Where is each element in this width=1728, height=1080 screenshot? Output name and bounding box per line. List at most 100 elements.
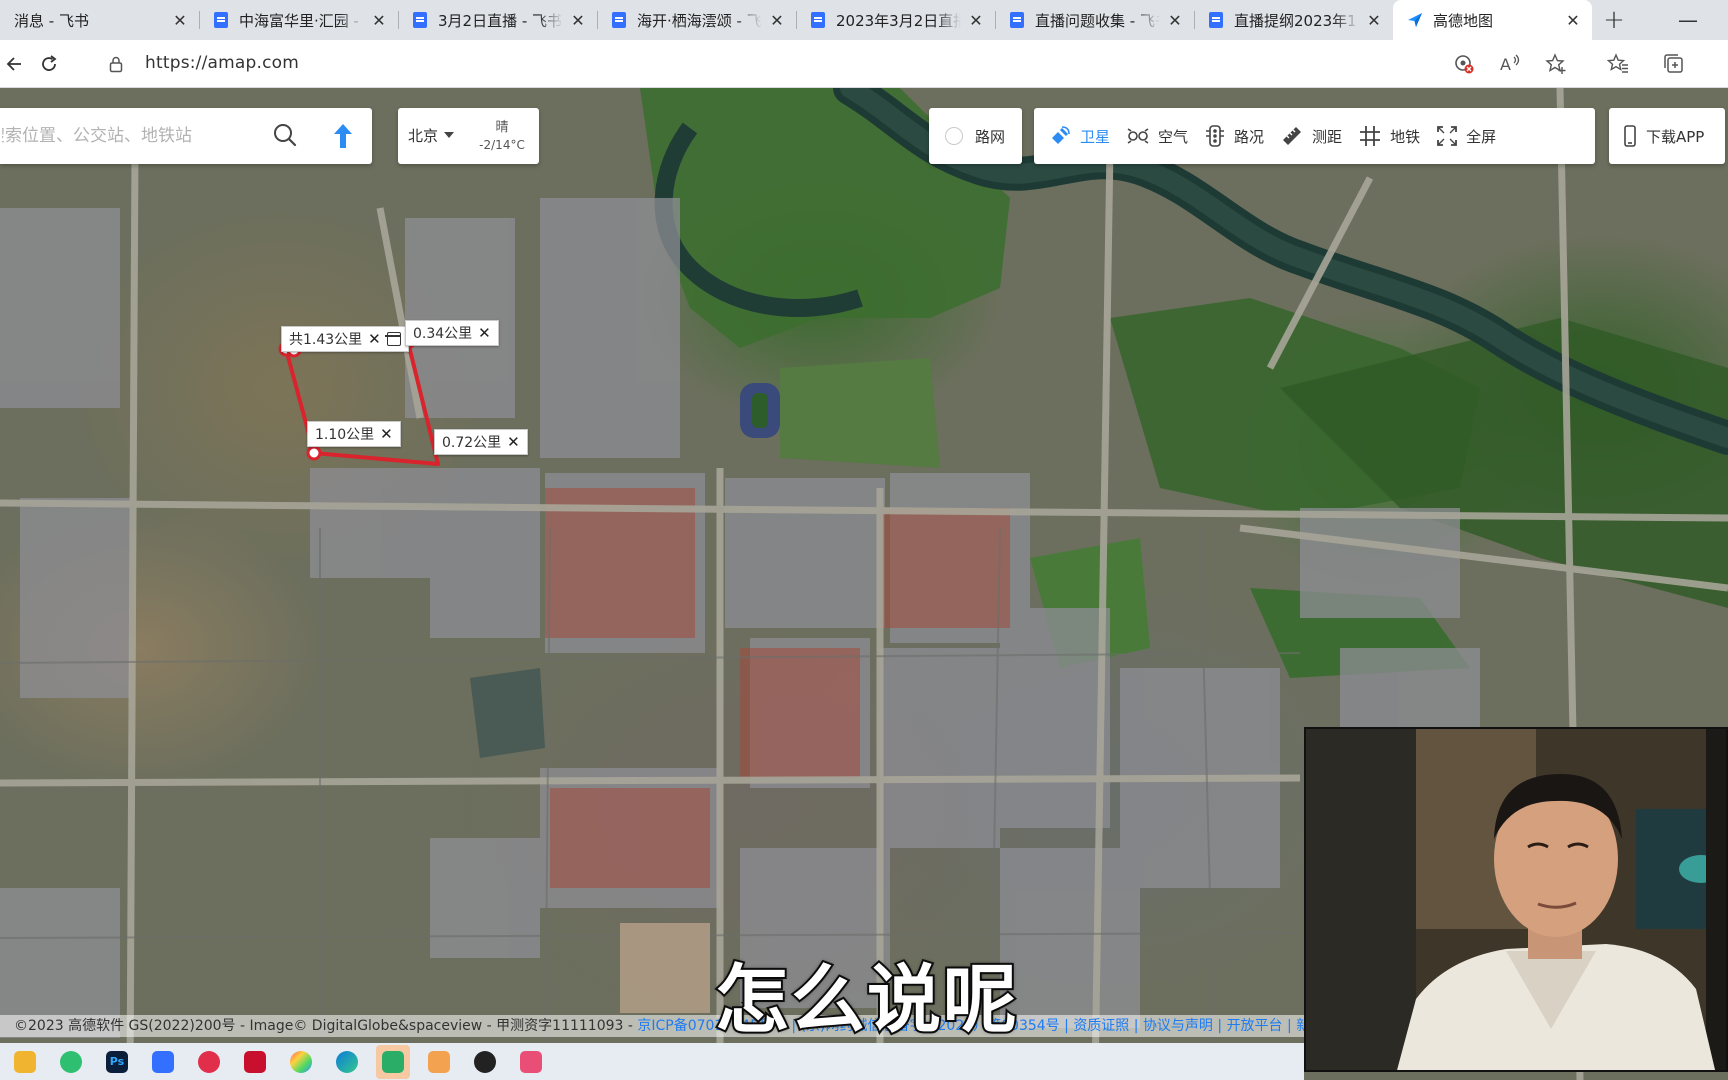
license-link[interactable]: 资质证照 (1073, 1018, 1129, 1034)
tab-title: 2023年3月2日直播 (836, 11, 961, 30)
pink-app-icon[interactable] (514, 1045, 548, 1079)
video-subtitle: 怎么说呢 (713, 955, 1019, 1045)
roadnet-label: 路网 (975, 127, 1006, 146)
measure-total-text: 共1.43公里 (289, 332, 363, 348)
separator: | (1059, 1018, 1074, 1034)
close-icon[interactable]: ✕ (1166, 11, 1184, 30)
open-platform-link[interactable]: 开放平台 (1227, 1018, 1283, 1034)
edge-icon[interactable] (330, 1045, 364, 1079)
amap-icon (1407, 12, 1423, 28)
lock-icon[interactable] (102, 50, 130, 78)
url-field[interactable]: https://amap.com (145, 53, 299, 73)
obs-icon[interactable] (468, 1045, 502, 1079)
close-icon[interactable]: ✕ (768, 11, 786, 30)
photoshop-icon[interactable]: Ps (100, 1045, 134, 1079)
measure-segment-label: 1.10公里 ✕ (307, 421, 401, 447)
traffic-label: 路况 (1234, 127, 1265, 146)
roadnet-toggle[interactable]: 路网 (929, 108, 1022, 164)
add-favorite-icon[interactable] (1542, 50, 1570, 78)
air-button[interactable]: 空气 (1126, 108, 1188, 164)
close-icon[interactable]: ✕ (1365, 11, 1383, 30)
tracking-blocked-icon[interactable] (1450, 50, 1478, 78)
tab-doc[interactable]: 直播提纲2023年1 ✕ (1194, 0, 1393, 40)
tab-title: 直播问题收集 - 飞书 (1035, 11, 1160, 30)
measure-segment-label: 0.72公里 ✕ (434, 429, 528, 455)
chevron-down-icon[interactable] (444, 132, 454, 138)
air-icon (1127, 128, 1149, 144)
close-icon[interactable]: ✕ (967, 11, 985, 30)
city-name[interactable]: 北京 (408, 125, 438, 146)
city-weather-box[interactable]: 北京 晴 -2/14°C (398, 108, 539, 164)
weather-desc: 晴 (495, 120, 509, 135)
green-app-icon[interactable] (54, 1045, 88, 1079)
favorites-icon[interactable] (1604, 50, 1632, 78)
weather-temp: -2/14°C (479, 138, 525, 152)
browser-tab-strip: 消息 - 飞书 ✕ 中海富华里·汇园 - 飞书 ✕ 3月2日直播 - 飞书 ✕ … (0, 0, 1728, 40)
file-explorer-icon[interactable] (8, 1045, 42, 1079)
ruler-icon (1283, 127, 1302, 145)
fullscreen-button[interactable]: 全屏 (1436, 108, 1496, 164)
measure-total-label: 共1.43公里 ✕ (281, 326, 409, 352)
download-app-button[interactable]: 下载APP (1609, 108, 1725, 164)
close-icon[interactable]: ✕ (370, 11, 388, 30)
satellite-label: 卫星 (1080, 127, 1111, 146)
agreement-link[interactable]: 协议与声明 (1143, 1018, 1213, 1034)
tab-feishu-messages[interactable]: 消息 - 飞书 ✕ (0, 0, 199, 40)
more-link[interactable]: 新 (1296, 1018, 1304, 1034)
address-bar: https://amap.com A (0, 40, 1728, 88)
ruler-button[interactable]: 测距 (1280, 108, 1342, 164)
minimize-icon[interactable]: — (1678, 8, 1698, 32)
orange-app-icon[interactable] (422, 1045, 456, 1079)
new-tab-button[interactable]: + (1592, 0, 1636, 40)
subway-icon (1360, 126, 1381, 146)
tab-title: 直播提纲2023年1 (1234, 11, 1357, 30)
video-app-icon[interactable] (192, 1045, 226, 1079)
doc-icon (611, 12, 627, 28)
tab-doc[interactable]: 中海富华里·汇园 - 飞书 ✕ (199, 0, 398, 40)
close-icon[interactable]: ✕ (569, 11, 587, 30)
collections-icon[interactable] (1660, 50, 1688, 78)
close-icon[interactable]: ✕ (380, 425, 393, 443)
search-input[interactable] (0, 108, 255, 164)
refresh-icon[interactable] (35, 50, 63, 78)
separator: | (1129, 1018, 1143, 1034)
tab-amap[interactable]: 高德地图 ✕ (1393, 0, 1592, 40)
back-icon[interactable] (0, 50, 28, 78)
close-icon[interactable]: ✕ (1564, 11, 1582, 30)
measure-segment-text: 0.72公里 (442, 435, 502, 451)
route-icon[interactable] (330, 122, 358, 150)
satellite-icon (1052, 126, 1070, 144)
close-icon[interactable]: ✕ (171, 11, 189, 30)
tab-title: 海开·栖海澐颂 - 飞书 (637, 11, 762, 30)
copyright-text: ©2023 高德软件 GS(2022)200号 - Image© Digital… (14, 1018, 638, 1034)
tab-title: 消息 - 飞书 (14, 11, 89, 30)
search-icon[interactable] (272, 122, 300, 150)
trash-icon[interactable] (384, 332, 401, 346)
subway-button[interactable]: 地铁 (1358, 108, 1420, 164)
fullscreen-icon (1437, 126, 1457, 146)
windows-taskbar: Ps (0, 1043, 1304, 1080)
download-app-label: 下载APP (1646, 127, 1705, 146)
tab-doc[interactable]: 海开·栖海澐颂 - 飞书 ✕ (597, 0, 796, 40)
measure-vertex[interactable] (306, 445, 322, 461)
tab-title: 中海富华里·汇园 - 飞书 (239, 11, 364, 30)
air-label: 空气 (1158, 127, 1189, 146)
tab-doc[interactable]: 2023年3月2日直播 ✕ (796, 0, 995, 40)
red-app-icon[interactable] (238, 1045, 272, 1079)
traffic-light-icon (1206, 125, 1225, 147)
close-icon[interactable]: ✕ (507, 433, 520, 451)
feishu-icon[interactable] (146, 1045, 180, 1079)
radio-icon[interactable] (945, 127, 963, 145)
close-icon[interactable]: ✕ (368, 330, 381, 348)
wechat-icon[interactable] (376, 1044, 410, 1079)
colorful-app-icon[interactable] (284, 1045, 318, 1079)
map-search-box (0, 108, 372, 164)
tab-doc[interactable]: 直播问题收集 - 飞书 ✕ (995, 0, 1194, 40)
close-icon[interactable]: ✕ (478, 324, 491, 342)
tab-doc[interactable]: 3月2日直播 - 飞书 ✕ (398, 0, 597, 40)
separator: | (1282, 1018, 1297, 1034)
traffic-button[interactable]: 路况 (1204, 108, 1264, 164)
satellite-button[interactable]: 卫星 (1048, 108, 1110, 164)
read-aloud-icon[interactable]: A (1496, 50, 1524, 78)
measure-segment-text: 0.34公里 (413, 326, 473, 342)
